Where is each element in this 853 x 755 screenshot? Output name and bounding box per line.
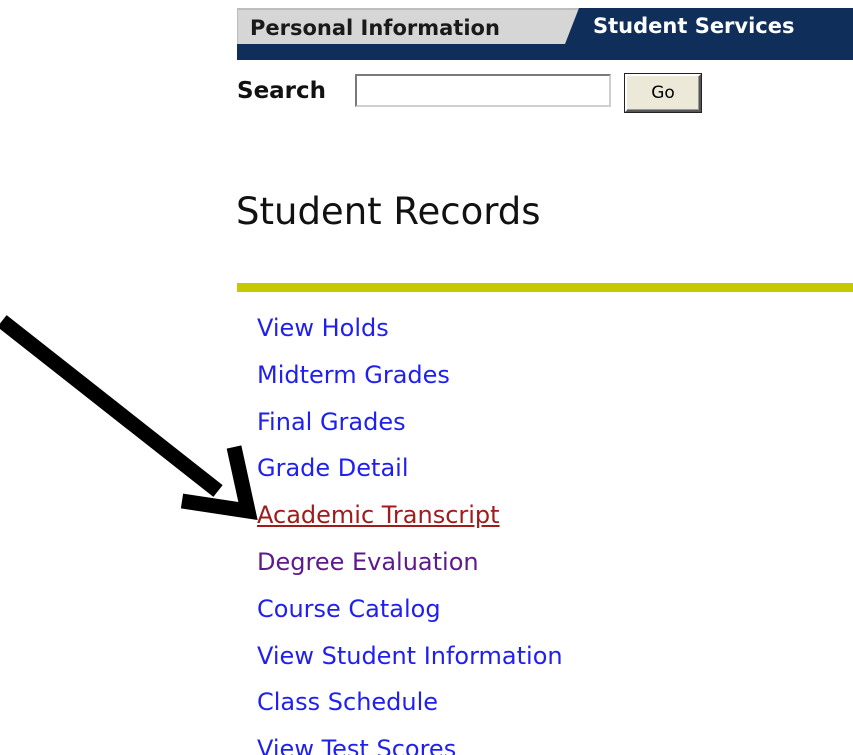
- link-midterm-grades[interactable]: Midterm Grades: [257, 361, 450, 389]
- tab-personal-information[interactable]: Personal Information: [237, 8, 595, 46]
- menu-item-course-catalog: Course Catalog: [257, 591, 563, 638]
- menu-item-grade-detail: Grade Detail: [257, 450, 563, 497]
- title-divider: [237, 283, 853, 292]
- search-input[interactable]: [355, 74, 611, 107]
- go-button[interactable]: Go: [625, 74, 701, 112]
- link-academic-transcript[interactable]: Academic Transcript: [257, 501, 500, 529]
- menu-item-class-schedule: Class Schedule: [257, 684, 563, 731]
- link-degree-evaluation[interactable]: Degree Evaluation: [257, 548, 479, 576]
- link-class-schedule[interactable]: Class Schedule: [257, 688, 438, 716]
- menu-item-academic-transcript: Academic Transcript: [257, 497, 563, 544]
- tab-underline-bar: [237, 44, 853, 60]
- link-view-holds[interactable]: View Holds: [257, 314, 389, 342]
- menu-item-view-holds: View Holds: [257, 310, 563, 357]
- search-label: Search: [237, 78, 327, 104]
- tab-student-services[interactable]: Student Services: [565, 8, 853, 44]
- link-course-catalog[interactable]: Course Catalog: [257, 595, 441, 623]
- menu-item-midterm-grades: Midterm Grades: [257, 357, 563, 404]
- link-final-grades[interactable]: Final Grades: [257, 408, 406, 436]
- menu-item-degree-evaluation: Degree Evaluation: [257, 544, 563, 591]
- link-grade-detail[interactable]: Grade Detail: [257, 454, 409, 482]
- menu-item-view-student-information: View Student Information: [257, 638, 563, 685]
- page: Personal Information Student Services Se…: [0, 0, 853, 755]
- menu-item-final-grades: Final Grades: [257, 404, 563, 451]
- link-view-test-scores[interactable]: View Test Scores: [257, 735, 456, 755]
- arrow-pointer-icon: [0, 315, 258, 521]
- menu-item-view-test-scores: View Test Scores: [257, 731, 563, 755]
- page-title: Student Records: [236, 190, 541, 233]
- student-records-menu: View Holds Midterm Grades Final Grades G…: [257, 310, 563, 755]
- link-view-student-information[interactable]: View Student Information: [257, 642, 563, 670]
- tab-label: Personal Information: [250, 16, 500, 40]
- tab-label: Student Services: [593, 14, 795, 38]
